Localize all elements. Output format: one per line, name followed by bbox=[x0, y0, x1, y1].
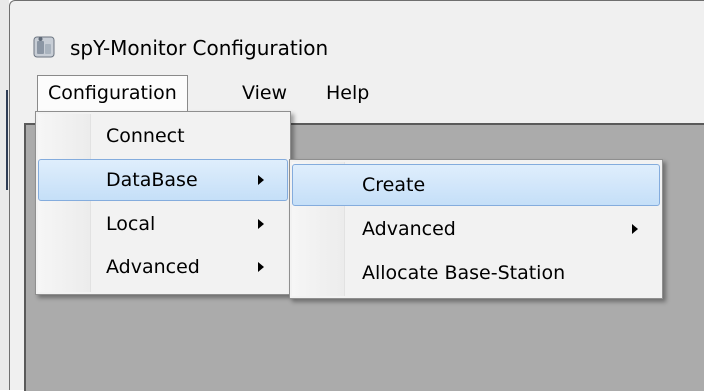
submenu-item-advanced[interactable]: Advanced bbox=[292, 209, 660, 251]
menu-item-local[interactable]: Local bbox=[38, 204, 288, 246]
menu-item-label: DataBase bbox=[106, 169, 198, 191]
submenu-arrow-icon bbox=[258, 262, 264, 272]
menu-item-label: Allocate Base-Station bbox=[362, 262, 566, 284]
submenu-item-create[interactable]: Create bbox=[292, 164, 660, 206]
submenu-arrow-icon bbox=[632, 224, 638, 234]
menu-item-database[interactable]: DataBase bbox=[38, 159, 288, 201]
menu-item-label: Create bbox=[362, 174, 426, 196]
menu-item-connect[interactable]: Connect bbox=[38, 116, 288, 158]
title-bar[interactable]: spY-Monitor Configuration bbox=[10, 1, 704, 69]
submenu-arrow-icon bbox=[258, 219, 264, 229]
menu-item-label: Local bbox=[106, 213, 156, 235]
submenu-arrow-icon bbox=[258, 175, 264, 185]
menu-item-advanced[interactable]: Advanced bbox=[38, 247, 288, 289]
menu-bar: Configuration View Help bbox=[10, 71, 704, 113]
app-icon[interactable] bbox=[31, 34, 57, 60]
background-window-border bbox=[6, 90, 8, 190]
configuration-dropdown: Connect DataBase Local Advanced bbox=[35, 111, 291, 295]
database-submenu: Create Advanced Allocate Base-Station bbox=[289, 159, 663, 299]
submenu-item-allocate-base-station[interactable]: Allocate Base-Station bbox=[292, 253, 660, 295]
menu-item-label: Advanced bbox=[362, 218, 456, 240]
menu-configuration[interactable]: Configuration bbox=[37, 75, 188, 111]
menu-item-label: Advanced bbox=[106, 256, 200, 278]
window-title: spY-Monitor Configuration bbox=[70, 36, 329, 60]
menu-help[interactable]: Help bbox=[316, 75, 379, 111]
menu-item-label: Connect bbox=[106, 125, 185, 147]
background-window-edge bbox=[0, 0, 9, 390]
menu-view[interactable]: View bbox=[232, 75, 297, 111]
